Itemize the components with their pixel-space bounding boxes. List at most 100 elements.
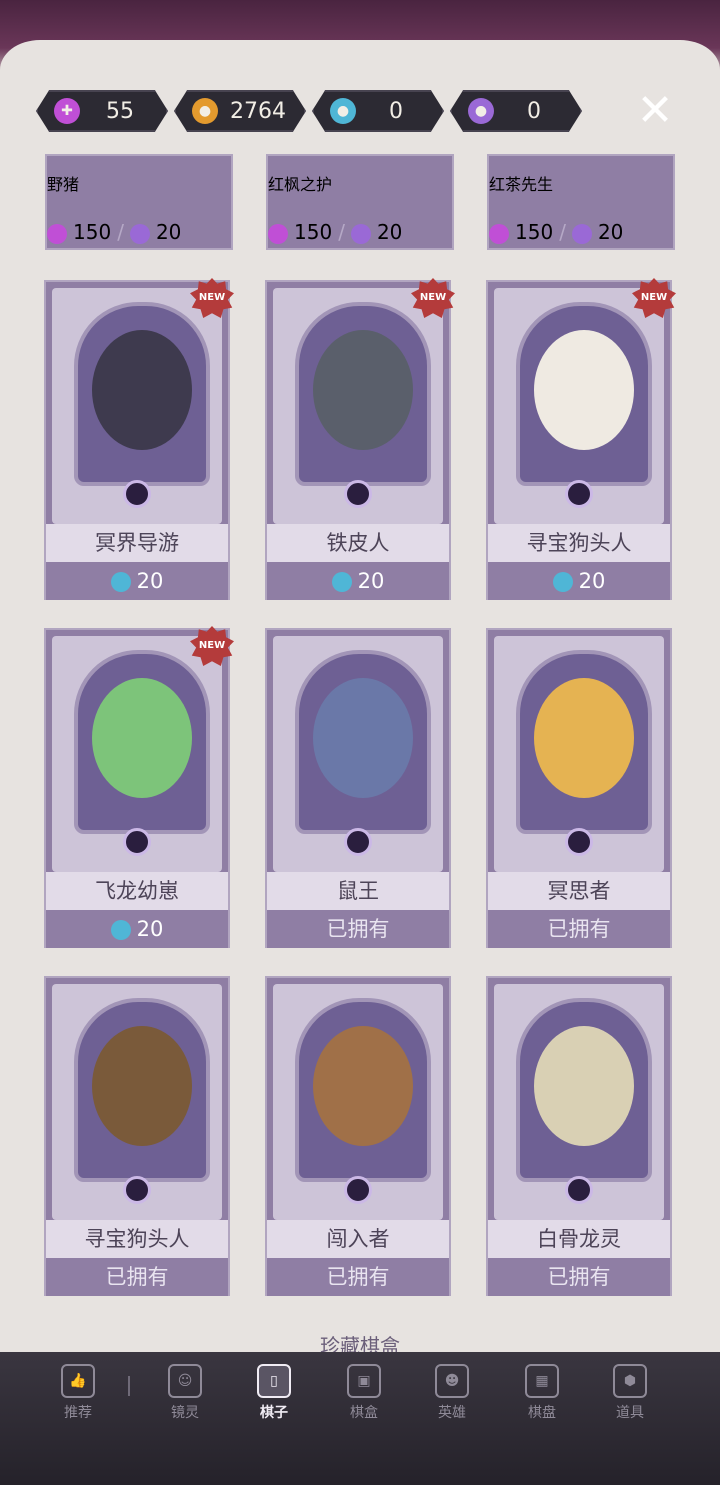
card-art — [52, 984, 222, 1220]
blue-bomb-bag-icon — [110, 572, 131, 592]
item-name: 鼠王 — [267, 872, 449, 910]
character-image — [534, 678, 634, 798]
price-separator: / — [117, 220, 124, 244]
candy-icon — [489, 223, 509, 244]
shop-item-card[interactable]: 红茶先生 150/ 20 — [487, 154, 675, 250]
pumpkin-coin-icon: ● — [192, 98, 218, 124]
item-name: 飞龙幼崽 — [46, 872, 228, 910]
rarity-gem-icon — [565, 1176, 593, 1204]
purple-bomb-bag-icon — [571, 223, 592, 244]
rarity-gem-icon — [565, 828, 593, 856]
shop-item-card[interactable]: 寻宝狗头人 已拥有 — [44, 976, 230, 1296]
shop-item-card[interactable]: 野猪 150/ 20 — [45, 154, 233, 250]
price-separator: / — [338, 220, 345, 244]
nav-item-chess-box[interactable]: ▣ 棋盒 — [324, 1364, 404, 1422]
price-bag: 20 — [155, 220, 182, 244]
nav-item-recommend[interactable]: 👍 推荐 — [38, 1364, 118, 1422]
owned-label: 已拥有 — [46, 1258, 228, 1296]
nav-label: 推荐 — [64, 1405, 92, 1421]
card-art — [52, 636, 222, 872]
nav-label: 道具 — [616, 1405, 644, 1421]
item-price: 20 — [267, 562, 449, 600]
currency-purple-bag: ● 0 — [450, 90, 582, 132]
nav-item-items[interactable]: ⬢ 道具 — [590, 1364, 670, 1422]
price-candy: 150 — [515, 220, 554, 244]
purple-bomb-bag-icon: ● — [468, 98, 494, 124]
currency-pumpkin: ● 2764 — [174, 90, 306, 132]
character-portrait — [74, 302, 210, 486]
blue-bomb-bag-icon: ● — [330, 98, 356, 124]
price-value: 20 — [136, 569, 164, 593]
item-name: 铁皮人 — [267, 524, 449, 562]
nav-label: 英雄 — [438, 1405, 466, 1421]
nav-item-spirit[interactable]: ☺ 镜灵 — [145, 1364, 225, 1422]
thumbs-up-icon: 👍 — [61, 1364, 95, 1398]
item-name: 野猪 — [47, 175, 80, 194]
character-image — [534, 1026, 634, 1146]
board-icon: ▦ — [525, 1364, 559, 1398]
price-candy: 150 — [73, 220, 112, 244]
candy-icon — [268, 223, 288, 244]
currency-value: 0 — [389, 98, 403, 124]
item-price: 20 — [46, 910, 228, 948]
nav-item-pieces[interactable]: ▯ 棋子 — [234, 1364, 314, 1422]
candy-plus-icon: ✚ — [54, 98, 80, 124]
close-icon[interactable]: ✕ — [632, 88, 678, 134]
rarity-gem-icon — [344, 1176, 372, 1204]
shop-item-card[interactable]: 鼠王 已拥有 — [265, 628, 451, 948]
shop-item-card[interactable]: 白骨龙灵 已拥有 — [486, 976, 672, 1296]
nav-label: 镜灵 — [171, 1405, 199, 1421]
blue-bomb-bag-icon — [552, 572, 573, 592]
item-price: 150/ 20 — [47, 214, 231, 250]
card-art — [494, 984, 664, 1220]
nav-item-hero[interactable]: ☻ 英雄 — [412, 1364, 492, 1422]
card-art — [273, 636, 443, 872]
item-price: 150/ 20 — [489, 214, 673, 250]
shop-item-card[interactable]: 冥思者 已拥有 — [486, 628, 672, 948]
item-name: 冥界导游 — [46, 524, 228, 562]
nav-item-board[interactable]: ▦ 棋盘 — [502, 1364, 582, 1422]
price-value: 20 — [357, 569, 385, 593]
character-image — [92, 678, 192, 798]
currency-bar: ✚ 55 ● 2764 ● 0 ● 0 — [36, 90, 596, 132]
shop-item-card[interactable]: NEW 寻宝狗头人 20 — [486, 278, 676, 600]
card-art — [494, 636, 664, 872]
owned-label: 已拥有 — [488, 910, 670, 948]
character-image — [534, 330, 634, 450]
rarity-gem-icon — [123, 480, 151, 508]
item-name: 白骨龙灵 — [488, 1220, 670, 1258]
rarity-gem-icon — [565, 480, 593, 508]
item-name: 闯入者 — [267, 1220, 449, 1258]
owned-label: 已拥有 — [267, 1258, 449, 1296]
currency-value: 2764 — [230, 98, 286, 124]
chess-box-icon: ▣ — [347, 1364, 381, 1398]
currency-candy[interactable]: ✚ 55 — [36, 90, 168, 132]
item-icon: ⬢ — [613, 1364, 647, 1398]
character-portrait — [295, 998, 431, 1182]
purple-bomb-bag-icon — [350, 223, 371, 244]
character-image — [92, 1026, 192, 1146]
blue-bomb-bag-icon — [331, 572, 352, 592]
shop-item-card[interactable]: NEW 冥界导游 20 — [44, 278, 234, 600]
price-bag: 20 — [376, 220, 403, 244]
spirit-icon: ☺ — [168, 1364, 202, 1398]
character-portrait — [74, 650, 210, 834]
currency-value: 0 — [527, 98, 541, 124]
shop-item-card[interactable]: NEW 飞龙幼崽 20 — [44, 626, 234, 948]
shop-item-card[interactable]: 红枫之护 150/ 20 — [266, 154, 454, 250]
shop-item-card[interactable]: 闯入者 已拥有 — [265, 976, 451, 1296]
item-name: 红茶先生 — [489, 175, 554, 194]
item-name: 寻宝狗头人 — [488, 524, 670, 562]
nav-label: 棋子 — [260, 1405, 288, 1421]
candy-icon — [47, 223, 67, 244]
shop-item-card[interactable]: NEW 铁皮人 20 — [265, 278, 455, 600]
item-price: 20 — [488, 562, 670, 600]
nav-label: 棋盒 — [350, 1405, 378, 1421]
card-art — [52, 288, 222, 524]
item-name: 寻宝狗头人 — [46, 1220, 228, 1258]
purple-bomb-bag-icon — [129, 223, 150, 244]
rarity-gem-icon — [123, 828, 151, 856]
price-separator: / — [559, 220, 566, 244]
hero-icon: ☻ — [435, 1364, 469, 1398]
bottom-nav: 👍 推荐 ☺ 镜灵 ▯ 棋子 ▣ 棋盒 ☻ 英雄 ▦ 棋盘 ⬢ 道具 — [0, 1352, 720, 1485]
